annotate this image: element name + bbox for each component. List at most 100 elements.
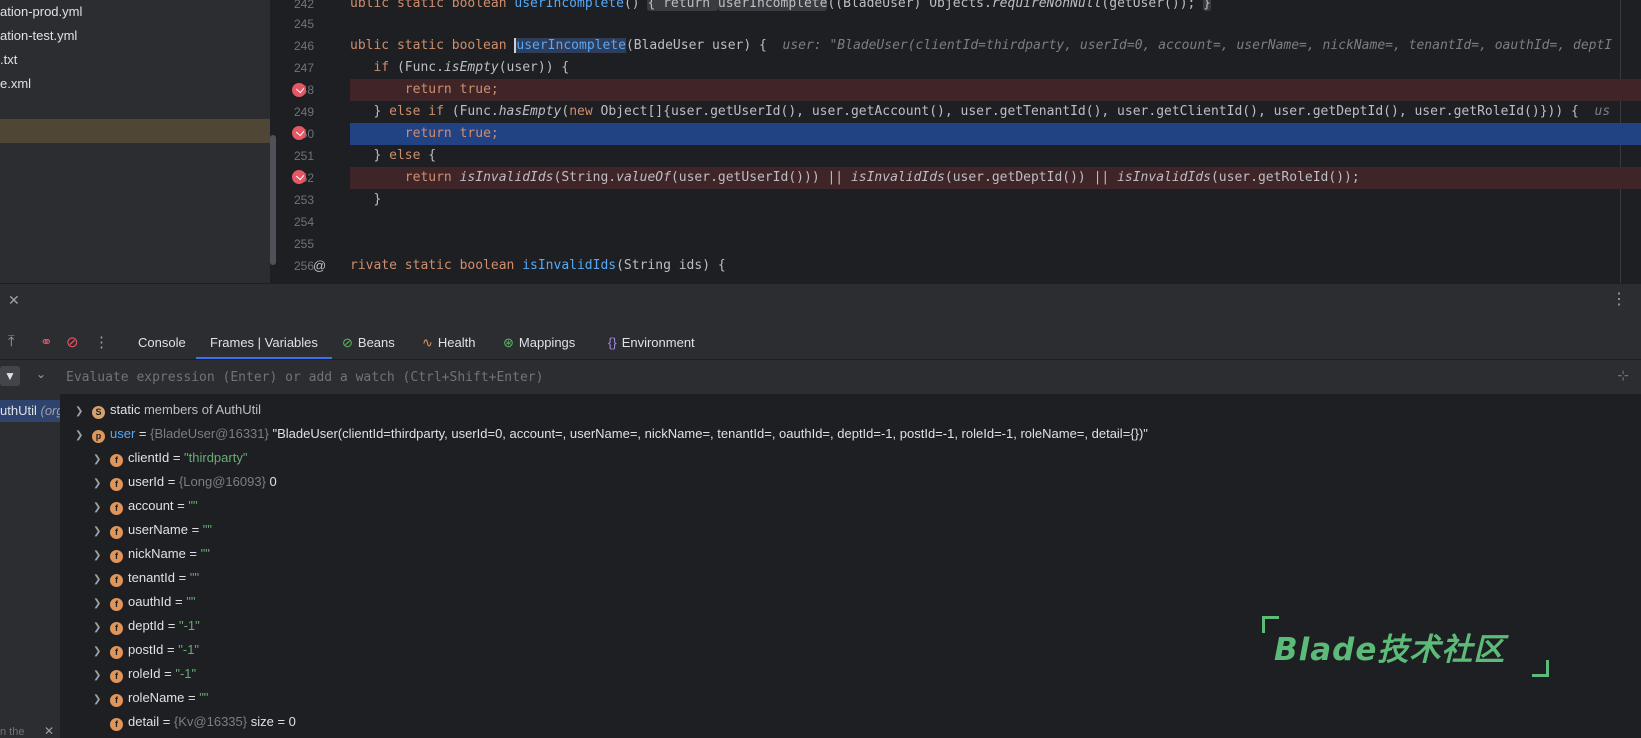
frame-item[interactable]: uthUtil (org	[0, 400, 60, 422]
var-name: detail	[128, 714, 160, 729]
chevron-right-icon[interactable]: ❯	[93, 544, 107, 568]
chevron-right-icon[interactable]: ❯	[93, 520, 107, 544]
var-field-row[interactable]: ❯ f oauthId = ""	[93, 590, 195, 614]
tab-label: Environment	[621, 335, 695, 350]
line-number: 255	[293, 237, 314, 251]
var-field-row[interactable]: ❯ f roleId = "-1"	[93, 662, 196, 686]
var-ref: {BladeUser@16331}	[150, 426, 269, 441]
override-icon[interactable]: @	[313, 258, 326, 273]
chevron-down-icon[interactable]: ❯	[75, 424, 89, 448]
var-field-row[interactable]: ❯ f tenantId = ""	[93, 566, 199, 590]
var-field-row[interactable]: ❯ f deptId = "-1"	[93, 614, 200, 638]
code-token: ublic static boolean	[350, 38, 515, 53]
chevron-right-icon[interactable]: ❯	[93, 496, 107, 520]
chevron-down-icon[interactable]: ⌄	[36, 367, 46, 381]
field-badge-icon: f	[110, 478, 123, 491]
chevron-right-icon[interactable]: ❯	[93, 664, 107, 688]
var-name: user	[110, 426, 136, 441]
var-field-row[interactable]: ❯ f userId = {Long@16093} 0	[93, 470, 277, 494]
code-token: userIncomplete	[717, 0, 828, 11]
tree-file-txt[interactable]: .txt	[0, 48, 17, 72]
chevron-right-icon[interactable]: ❯	[93, 568, 107, 592]
mute-breakpoints-icon[interactable]: ⊘	[66, 333, 79, 351]
folded-region[interactable]: }	[1203, 0, 1211, 11]
code-token: userIncomplete	[514, 0, 624, 11]
chevron-right-icon[interactable]: ❯	[75, 400, 89, 424]
var-field-row[interactable]: f detail = {Kv@16335} size = 0	[93, 710, 296, 734]
filter-icon[interactable]: ▼	[0, 366, 20, 386]
var-value: "BladeUser(clientId=thirdparty, userId=0…	[268, 426, 1148, 441]
field-badge-icon: f	[110, 574, 123, 587]
var-name: roleId	[128, 666, 161, 681]
var-value: ""	[188, 498, 198, 513]
code-line-251: } else {	[350, 145, 1641, 167]
debug-header: ✕ ⋮	[0, 283, 1641, 328]
tree-file-test-yml[interactable]: ation-test.yml	[0, 24, 77, 48]
chevron-right-icon[interactable]: ❯	[93, 640, 107, 664]
tab-environment[interactable]: {} Environment	[608, 327, 695, 359]
field-badge-icon: f	[110, 718, 123, 731]
add-watch-icon[interactable]: ⊹	[1617, 367, 1629, 384]
inline-debug-value: us	[1594, 104, 1611, 119]
var-static-members[interactable]: ❯ Sstatic members of AuthUtil	[75, 398, 261, 422]
chevron-right-icon[interactable]: ❯	[93, 592, 107, 616]
code-editor[interactable]: ublic static boolean userIncomplete() { …	[350, 0, 1641, 283]
view-breakpoints-icon[interactable]: ⚭	[40, 333, 53, 351]
var-field-row[interactable]: ❯ f clientId = "thirdparty"	[93, 446, 247, 470]
var-eq: =	[184, 690, 200, 705]
folded-region[interactable]: { return	[647, 0, 718, 11]
chevron-right-icon[interactable]: ❯	[93, 448, 107, 472]
editor-area: ation-prod.yml ation-test.yml .txt e.xml…	[0, 0, 1641, 283]
tab-health[interactable]: ∿ Health	[422, 327, 475, 359]
file-label: .txt	[0, 52, 18, 67]
tab-console[interactable]: Console	[138, 327, 186, 359]
var-value: ""	[200, 546, 210, 561]
var-label: members of AuthUtil	[140, 402, 261, 417]
code-token: else if	[389, 104, 444, 119]
var-field-row[interactable]: ❯ f roleName = ""	[93, 686, 208, 710]
more-icon[interactable]: ⋮	[94, 333, 109, 351]
var-field-row[interactable]: ❯ f nickName = ""	[93, 542, 210, 566]
code-token: (getUser());	[1101, 0, 1196, 11]
code-token: (user.getRoleId());	[1210, 170, 1360, 185]
tab-mappings[interactable]: ⊛ Mappings	[503, 327, 575, 359]
var-field-row[interactable]: ❯ f postId = "-1"	[93, 638, 199, 662]
step-out-icon[interactable]: ⤒	[8, 333, 15, 350]
breakpoint-icon[interactable]	[292, 170, 306, 184]
code-line-246: ublic static boolean userIncomplete(Blad…	[350, 35, 1641, 57]
chevron-right-icon[interactable]: ❯	[93, 688, 107, 712]
code-token: if	[373, 60, 390, 75]
code-token: return	[404, 126, 452, 141]
tree-file-prod-yml[interactable]: ation-prod.yml	[0, 0, 82, 24]
tab-frames-variables[interactable]: Frames | Variables	[196, 327, 332, 359]
var-field-row[interactable]: ❯ f userName = ""	[93, 518, 212, 542]
code-token: isEmpty	[443, 60, 499, 75]
code-token: hasEmpty	[498, 104, 562, 119]
more-icon[interactable]: ⋮	[1611, 289, 1627, 309]
tree-file-xml[interactable]: e.xml	[0, 72, 31, 96]
editor-gutter[interactable]: 242 245 246 247 248 249 250 251 252 253 …	[276, 0, 348, 283]
frame-name: uthUtil	[0, 403, 37, 418]
tab-beans[interactable]: ⊘ Beans	[342, 327, 395, 359]
var-eq: =	[175, 570, 190, 585]
close-icon[interactable]: ✕	[44, 724, 54, 738]
var-name: oauthId	[128, 594, 172, 609]
chevron-right-icon[interactable]: ❯	[93, 616, 107, 640]
tree-selected-row[interactable]	[0, 119, 270, 143]
code-token: return	[404, 170, 452, 185]
line-number: 253	[293, 193, 314, 207]
code-line-247: if (Func.isEmpty(user)) {	[350, 57, 1641, 79]
var-label: static	[110, 402, 141, 417]
breakpoint-icon[interactable]	[292, 83, 306, 97]
var-field-row[interactable]: ❯ f account = ""	[93, 494, 198, 518]
chevron-right-icon[interactable]: ❯	[93, 472, 107, 496]
close-icon[interactable]: ✕	[8, 292, 20, 309]
watermark: Blade技术社区	[1262, 616, 1562, 677]
file-label: ation-test.yml	[0, 28, 78, 43]
breakpoint-icon[interactable]	[292, 126, 306, 140]
code-token: }	[373, 148, 390, 163]
health-icon: ∿	[422, 335, 433, 350]
var-user[interactable]: ❯ p user = {BladeUser@16331} "BladeUser(cl…	[75, 422, 1148, 446]
evaluate-expression-input[interactable]	[64, 364, 1588, 390]
line-number: 247	[293, 61, 314, 75]
